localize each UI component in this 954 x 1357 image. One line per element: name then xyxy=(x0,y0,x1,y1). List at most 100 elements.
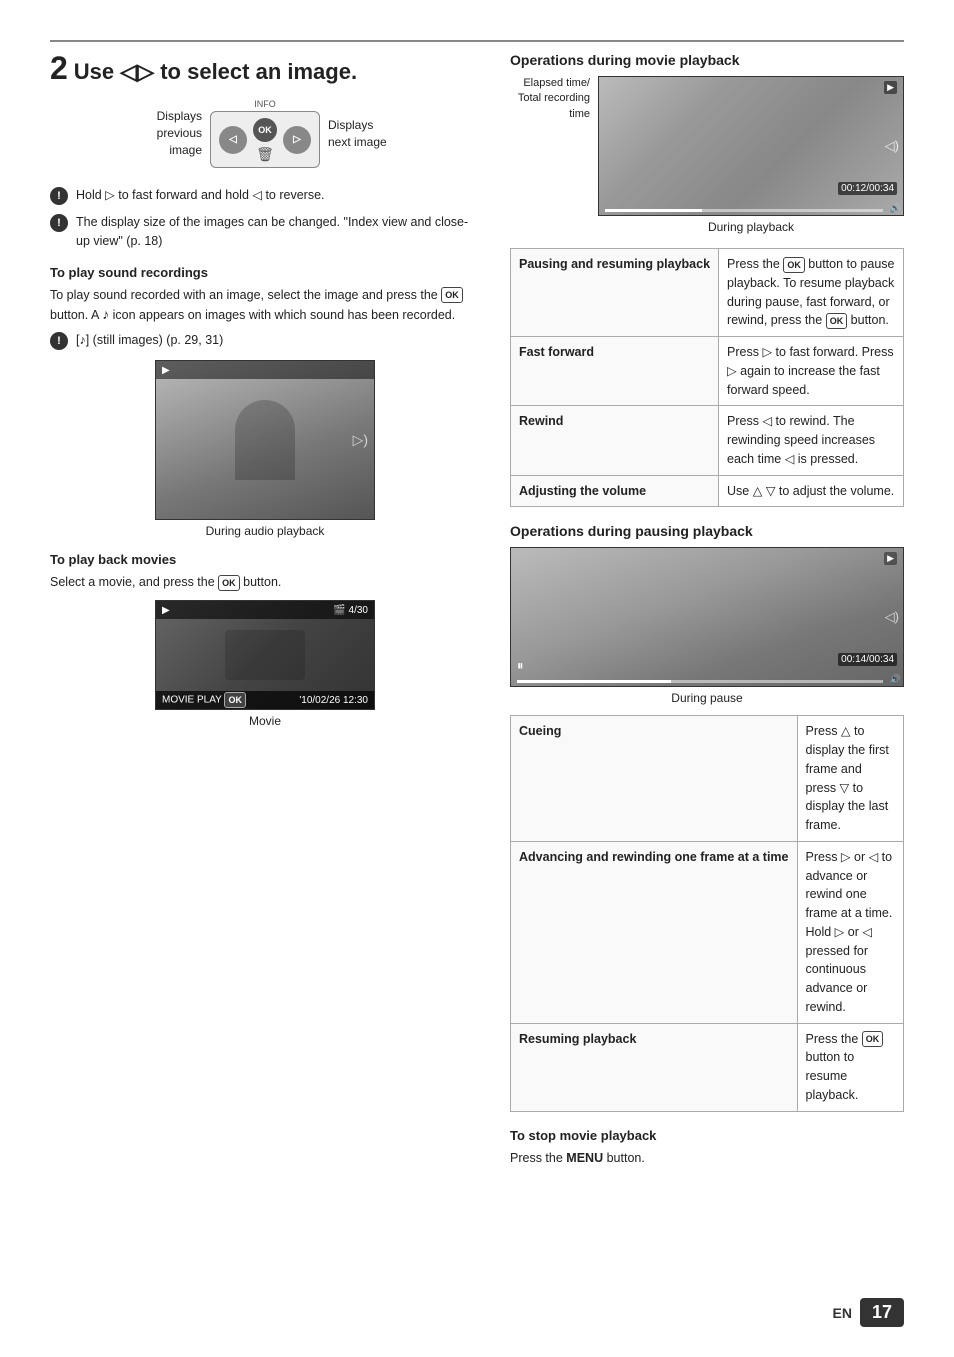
pause-track xyxy=(517,680,883,683)
top-rule xyxy=(50,40,904,42)
table-def-volume: Use △ ▽ to adjust the volume. xyxy=(719,475,904,507)
elapsed-line1: Elapsed time/ xyxy=(523,77,590,89)
bullet-sound-still: ! [♪] (still images) (p. 29, 31) xyxy=(50,331,480,350)
step-heading: 2 Use ◁▷ to select an image. xyxy=(50,52,480,85)
nav-left-line1: Displays xyxy=(157,109,202,123)
movie-body: Select a movie, and press the xyxy=(50,575,215,589)
movie-content-placeholder xyxy=(225,630,305,680)
pause-right-icon: ◁) xyxy=(885,609,899,625)
progress-fill xyxy=(605,209,702,212)
movie-bottom-right: '10/02/26 12:30 xyxy=(299,695,368,706)
table-row: Cueing Press △ to display the first fram… xyxy=(511,716,904,842)
elapsed-line2: Total recording xyxy=(518,92,590,104)
audio-right-icon: ▷) xyxy=(353,432,368,449)
movie-top-left-icon: ▶ xyxy=(162,605,170,616)
sound-section-heading: To play sound recordings xyxy=(50,265,480,280)
during-playback-caption: During playback xyxy=(598,220,904,234)
ok-inline-resume: OK xyxy=(826,313,848,329)
term-pausing: Pausing and resuming playback xyxy=(519,257,710,271)
pause-image: ▶ ◁) 00:14/00:34 ⏸ 🔊 xyxy=(510,547,904,687)
nav-right-line1: Displays xyxy=(328,118,373,132)
audio-top-play-icon: ▶ xyxy=(162,365,170,376)
table-def-cueing: Press △ to display the first frame and p… xyxy=(797,716,904,842)
movie-section-heading: To play back movies xyxy=(50,552,480,567)
movie-top-right-info: 🎬 4/30 xyxy=(333,605,368,616)
stop-body2: button. xyxy=(607,1151,645,1165)
table-row: Resuming playback Press the OK button to… xyxy=(511,1023,904,1111)
bullet-icon-2: ! xyxy=(50,214,68,232)
elapsed-line3: time xyxy=(569,108,590,120)
table-term-advancing: Advancing and rewinding one frame at a t… xyxy=(511,841,798,1023)
nav-center-group: OK 🗑 xyxy=(253,116,277,163)
page-footer: EN 17 xyxy=(833,1298,904,1327)
nav-left-line3: image xyxy=(169,143,202,157)
right-movie-image: ▶ ◁) 00:12/00:34 🔊 xyxy=(598,76,904,216)
pause-timecode: 00:14/00:34 xyxy=(838,653,897,666)
bullet-text-1: Hold ▷ to fast forward and hold ◁ to rev… xyxy=(76,186,325,205)
bullet-icon-1: ! xyxy=(50,187,68,205)
movie-bottom-bar: MOVIE PLAY OK '10/02/26 12:30 xyxy=(156,691,374,709)
sound-body1b: button. A xyxy=(50,308,99,322)
nav-left-line2: previous xyxy=(157,126,202,140)
table-def-advancing: Press ▷ or ◁ to advance or rewind one fr… xyxy=(797,841,904,1023)
page-number: 17 xyxy=(860,1298,904,1327)
menu-label: MENU xyxy=(566,1151,603,1165)
audio-top-bar: ▶ xyxy=(156,361,374,379)
info-label: INFO xyxy=(254,99,276,109)
during-pause-caption: During pause xyxy=(510,691,904,705)
pause-fill xyxy=(517,680,671,683)
pause-ops-table: Cueing Press △ to display the first fram… xyxy=(510,715,904,1111)
stop-heading: To stop movie playback xyxy=(510,1128,904,1143)
ok-button-inline-1: OK xyxy=(441,287,463,303)
ops-pause-heading: Operations during pausing playback xyxy=(510,523,904,539)
sound-body-text: To play sound recorded with an image, se… xyxy=(50,286,480,326)
nav-btn-right[interactable]: ▷ xyxy=(283,126,311,154)
movie-top-bar: ▶ 🎬 4/30 xyxy=(156,601,374,619)
nav-btn-ok[interactable]: OK xyxy=(253,118,277,142)
movie-ops-table: Pausing and resuming playback Press the … xyxy=(510,248,904,507)
bullet-item-1: ! Hold ▷ to fast forward and hold ◁ to r… xyxy=(50,186,480,205)
bullet-text-sound: [♪] (still images) (p. 29, 31) xyxy=(76,331,223,350)
sound-body1: To play sound recorded with an image, se… xyxy=(50,288,438,302)
audio-playback-image: ▶ ▷) xyxy=(155,360,375,520)
ok-inline-pause: OK xyxy=(783,257,805,273)
sound-icon: 🔊 xyxy=(890,203,901,214)
nav-label-right: Displays next image xyxy=(328,117,408,151)
table-def-resuming: Press the OK button to resume playback. xyxy=(797,1023,904,1111)
right-movie-timecode: 00:12/00:34 xyxy=(838,182,897,195)
bullet-text-2: The display size of the images can be ch… xyxy=(76,213,480,251)
movie-playback-row: Elapsed time/ Total recording time ▶ ◁) … xyxy=(510,76,904,244)
bullet-icon-sound: ! xyxy=(50,332,68,350)
table-term-ff: Fast forward xyxy=(511,337,719,406)
page: 2 Use ◁▷ to select an image. Displays pr… xyxy=(0,0,954,1357)
person-silhouette xyxy=(235,400,295,480)
elapsed-label: Elapsed time/ Total recording time xyxy=(510,76,590,122)
movie-caption: Movie xyxy=(50,714,480,728)
progress-track xyxy=(605,209,883,212)
table-row: Fast forward Press ▷ to fast forward. Pr… xyxy=(511,337,904,406)
table-term-pausing: Pausing and resuming playback xyxy=(511,249,719,337)
movie-body-text: Select a movie, and press the OK button. xyxy=(50,573,480,592)
nav-right-line2: next image xyxy=(328,135,387,149)
table-row: Rewind Press ◁ to rewind. The rewinding … xyxy=(511,406,904,475)
table-term-cueing: Cueing xyxy=(511,716,798,842)
ok-inline-resume2: OK xyxy=(862,1031,884,1047)
bullet-item-2: ! The display size of the images can be … xyxy=(50,213,480,251)
right-movie-progress-bar xyxy=(605,209,883,212)
nav-buttons: ◁ OK 🗑 ▷ xyxy=(210,111,320,168)
pause-sound-icon: 🔊 xyxy=(890,674,901,685)
movie-playback-image: ▶ 🎬 4/30 MOVIE PLAY OK '10/02/26 12:30 xyxy=(155,600,375,710)
right-column: Operations during movie playback Elapsed… xyxy=(510,52,904,1173)
table-term-volume: Adjusting the volume xyxy=(511,475,719,507)
table-term-resuming: Resuming playback xyxy=(511,1023,798,1111)
nav-btn-left[interactable]: ◁ xyxy=(219,126,247,154)
table-def-pausing: Press the OK button to pause playback. T… xyxy=(719,249,904,337)
trash-icon[interactable]: 🗑 xyxy=(256,146,274,163)
pause-top-bar: ▶ xyxy=(884,552,897,565)
two-col-layout: 2 Use ◁▷ to select an image. Displays pr… xyxy=(50,52,904,1173)
table-def-rewind: Press ◁ to rewind. The rewinding speed i… xyxy=(719,406,904,475)
stop-body: Press the xyxy=(510,1151,563,1165)
nav-label-left: Displays previous image xyxy=(122,108,202,158)
table-def-ff: Press ▷ to fast forward. Press ▷ again t… xyxy=(719,337,904,406)
left-column: 2 Use ◁▷ to select an image. Displays pr… xyxy=(50,52,480,1173)
